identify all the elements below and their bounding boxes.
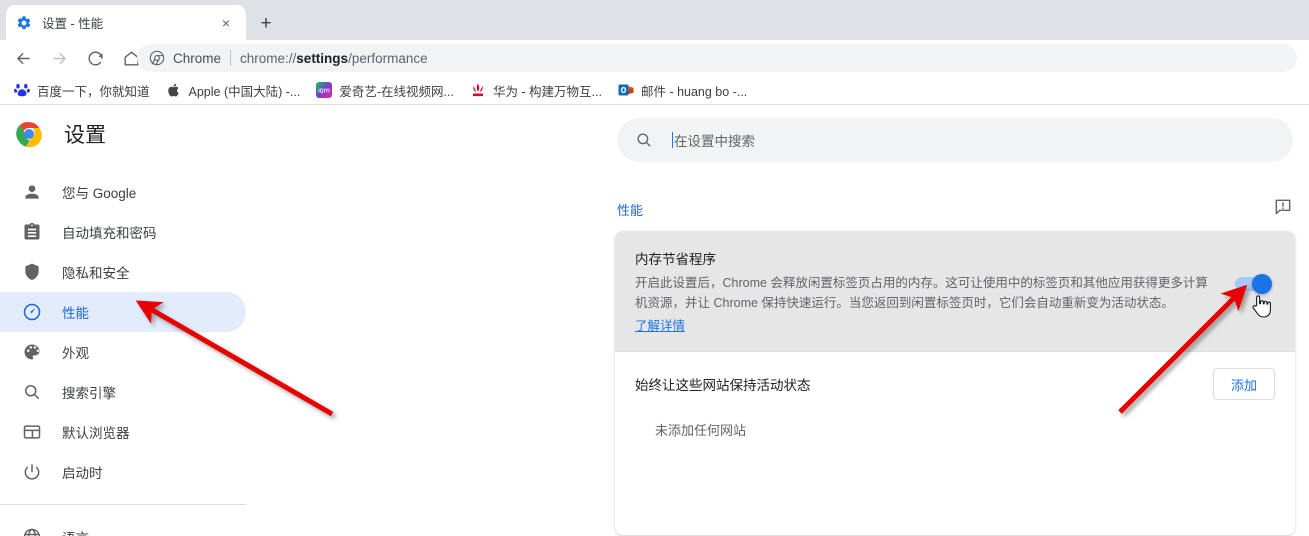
sidebar-item-label: 隐私和安全 <box>62 262 130 282</box>
sidebar-item-default-browser[interactable]: 默认浏览器 <box>0 412 246 452</box>
forward-arrow-icon[interactable] <box>44 43 74 73</box>
chrome-icon <box>149 50 165 66</box>
always-active-sites-label: 始终让这些网站保持活动状态 <box>635 374 811 394</box>
bookmark-item[interactable]: iQIYI 爱奇艺-在线视频网... <box>308 78 462 102</box>
bookmark-item[interactable]: 邮件 - huang bo -... <box>610 78 755 102</box>
settings-sidebar: 您与 Google 自动填充和密码 隐私和安全 <box>0 172 246 536</box>
bookmark-label: 邮件 - huang bo -... <box>641 81 747 100</box>
sidebar-item-label: 您与 Google <box>62 182 136 202</box>
bookmarks-bar: 百度一下，你就知道 Apple (中国大陆) -... iQIYI 爱奇艺-在线… <box>0 76 1309 105</box>
clipboard-icon <box>22 222 42 242</box>
bookmark-label: Apple (中国大陆) -... <box>189 81 301 100</box>
sidebar-item-label: 外观 <box>62 342 89 362</box>
reload-icon[interactable] <box>80 43 110 73</box>
globe-icon <box>22 527 42 536</box>
add-site-button[interactable]: 添加 <box>1213 368 1275 400</box>
address-bar[interactable]: Chrome chrome://settings/performance <box>137 44 1297 72</box>
empty-site-list: 未添加任何网站 <box>615 414 1295 460</box>
omnibox-chrome-label: Chrome <box>173 51 221 66</box>
palette-icon <box>22 342 42 362</box>
page-title: 设置 <box>64 119 106 149</box>
bookmark-label: 华为 - 构建万物互... <box>493 81 602 100</box>
svg-text:iQIYI: iQIYI <box>319 89 331 95</box>
outlook-icon <box>618 82 634 98</box>
sidebar-item-you-and-google[interactable]: 您与 Google <box>0 172 246 212</box>
huawei-icon <box>470 82 486 98</box>
sidebar-item-label: 语言 <box>62 527 89 536</box>
empty-site-list-label: 未添加任何网站 <box>655 423 746 438</box>
chrome-logo-icon <box>16 121 42 147</box>
performance-card: 内存节省程序 开启此设置后，Chrome 会释放闲置标签页占用的内存。这可让使用… <box>615 231 1295 535</box>
sidebar-item-autofill[interactable]: 自动填充和密码 <box>0 212 246 252</box>
back-arrow-icon[interactable] <box>8 43 38 73</box>
memory-saver-title: 内存节省程序 <box>635 248 1251 268</box>
sidebar-item-on-startup[interactable]: 启动时 <box>0 452 246 492</box>
sidebar-item-label: 性能 <box>62 302 89 322</box>
url-suffix: /performance <box>348 51 428 66</box>
close-icon[interactable]: × <box>216 13 236 33</box>
browser-tab[interactable]: 设置 - 性能 × <box>6 5 246 40</box>
sidebar-item-label: 自动填充和密码 <box>62 222 157 242</box>
baidu-icon <box>14 82 30 98</box>
section-header: 性能 <box>617 192 1293 226</box>
sidebar-item-appearance[interactable]: 外观 <box>0 332 246 372</box>
bookmark-label: 百度一下，你就知道 <box>37 81 150 100</box>
sidebar-item-privacy-security[interactable]: 隐私和安全 <box>0 252 246 292</box>
new-tab-button[interactable]: + <box>252 9 280 37</box>
memory-saver-toggle[interactable] <box>1235 277 1269 291</box>
browser-window-icon <box>22 422 42 442</box>
url-prefix: chrome:// <box>240 51 296 66</box>
omnibox-url: chrome://settings/performance <box>240 51 428 66</box>
search-icon <box>635 131 653 149</box>
bookmark-item[interactable]: 华为 - 构建万物互... <box>462 78 610 102</box>
section-title: 性能 <box>617 200 643 219</box>
shield-icon <box>22 262 42 282</box>
settings-header: 设置 <box>16 119 106 149</box>
settings-page: 设置 您与 Google 自动填充和密码 隐私和安全 <box>0 106 1309 536</box>
feedback-icon[interactable] <box>1273 197 1293 222</box>
memory-saver-row: 内存节省程序 开启此设置后，Chrome 会释放闲置标签页占用的内存。这可让使用… <box>615 231 1295 351</box>
bookmark-item[interactable]: 百度一下，你就知道 <box>6 78 158 102</box>
pointer-hand-cursor <box>1249 292 1273 322</box>
memory-saver-description: 开启此设置后，Chrome 会释放闲置标签页占用的内存。这可让使用中的标签页和其… <box>635 273 1220 313</box>
power-icon <box>22 462 42 482</box>
tab-title: 设置 - 性能 <box>42 13 216 32</box>
gear-icon <box>16 15 32 31</box>
learn-more-link[interactable]: 了解详情 <box>635 315 685 334</box>
bookmark-label: 爱奇艺-在线视频网... <box>339 81 454 100</box>
url-bold-segment: settings <box>296 51 348 66</box>
person-icon <box>22 182 42 202</box>
toggle-knob <box>1252 274 1272 294</box>
omnibox-divider <box>230 50 231 66</box>
sidebar-item-search-engine[interactable]: 搜索引擎 <box>0 372 246 412</box>
bookmark-item[interactable]: Apple (中国大陆) -... <box>158 78 309 102</box>
sidebar-item-languages[interactable]: 语言 <box>0 517 246 536</box>
text-caret <box>672 132 673 148</box>
always-active-sites-row: 始终让这些网站保持活动状态 添加 <box>615 352 1295 414</box>
apple-icon <box>166 82 182 98</box>
sidebar-item-performance[interactable]: 性能 <box>0 292 246 332</box>
sidebar-item-label: 默认浏览器 <box>62 422 130 442</box>
sidebar-item-label: 搜索引擎 <box>62 382 116 402</box>
speedometer-icon <box>22 302 42 322</box>
sidebar-divider <box>0 504 246 505</box>
magnifier-icon <box>22 382 42 402</box>
iqiyi-icon: iQIYI <box>316 82 332 98</box>
settings-search-box[interactable]: 在设置中搜索 <box>617 118 1293 162</box>
tab-strip: 设置 - 性能 × + <box>0 0 1309 40</box>
browser-window: 设置 - 性能 × + Chrome chrome://settings <box>0 0 1309 536</box>
sidebar-item-label: 启动时 <box>62 462 103 482</box>
search-input[interactable]: 在设置中搜索 <box>674 130 755 150</box>
